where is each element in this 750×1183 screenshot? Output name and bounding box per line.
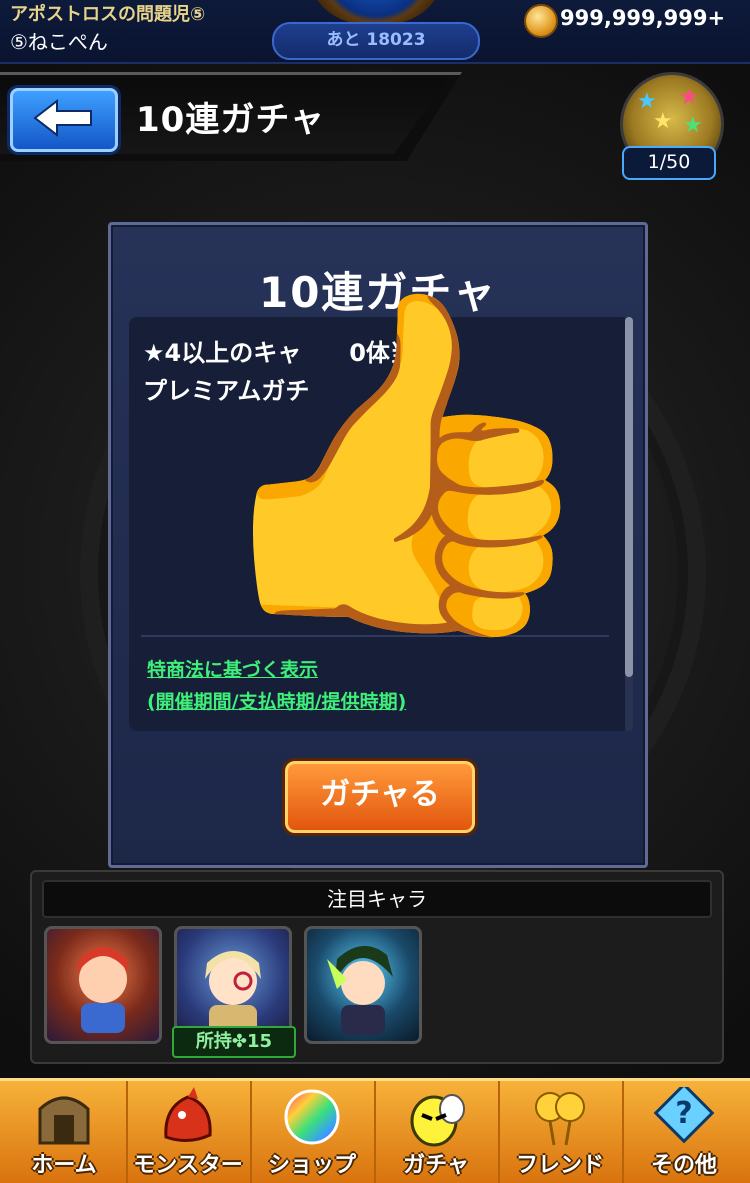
nav-label: その他 <box>650 1153 717 1178</box>
gacha-button[interactable]: ガチャる <box>285 761 475 833</box>
nav-gacha[interactable]: ガチャ <box>374 1081 500 1183</box>
character-portrait-icon <box>77 947 129 1033</box>
character-portrait-icon <box>205 951 261 1035</box>
nav-label: ショップ <box>267 1153 356 1178</box>
bottom-nav: ホーム モンスター ショップ ガチャ フレンド ? その他 <box>0 1078 750 1183</box>
exp-remaining: あと 18023 <box>272 22 480 60</box>
page-title: 10連ガチャ <box>136 100 325 140</box>
nav-label: ホーム <box>31 1153 97 1178</box>
player-name: ⑤ねこぺん <box>10 30 108 54</box>
nav-monster[interactable]: モンスター <box>126 1081 252 1183</box>
nav-other[interactable]: ? その他 <box>622 1081 746 1183</box>
scrollbar-thumb[interactable] <box>625 317 633 677</box>
scrollbar[interactable] <box>625 317 633 731</box>
balloons-icon <box>535 1092 585 1146</box>
nav-shop[interactable]: ショップ <box>250 1081 376 1183</box>
back-button[interactable] <box>10 88 118 152</box>
orb-count: 1/50 <box>622 146 716 180</box>
home-gate-icon <box>38 1096 90 1145</box>
star-icon: ★ <box>653 109 673 134</box>
rainbow-orb-icon <box>284 1089 340 1145</box>
nav-friend[interactable]: フレンド <box>498 1081 624 1183</box>
featured-header: 注目キャラ <box>42 880 712 918</box>
character-portrait-icon <box>327 945 393 1035</box>
player-title: アポストロスの問題児⑤ <box>10 4 206 25</box>
svg-text:?: ? <box>675 1096 692 1131</box>
dragon-icon <box>164 1087 212 1142</box>
back-arrow-icon <box>33 99 92 137</box>
egg-icon <box>410 1094 465 1147</box>
owned-count-badge: 所持✤15 <box>172 1026 296 1058</box>
character-thumbnail[interactable] <box>304 926 422 1044</box>
nav-label: フレンド <box>515 1153 604 1178</box>
question-icon: ? <box>654 1087 714 1144</box>
nav-label: モンスター <box>133 1153 243 1178</box>
featured-characters: 注目キャラ 所持✤15 <box>30 870 724 1064</box>
star-icon: ★ <box>683 113 703 138</box>
star-icon: ★ <box>679 85 699 110</box>
nav-home[interactable]: ホーム <box>2 1081 128 1183</box>
character-thumbnail[interactable] <box>44 926 162 1044</box>
thumbs-up-icon: 👍 <box>196 270 607 654</box>
coin-count: 999,999,999+ <box>560 6 726 30</box>
legal-notice-link-details[interactable]: (開催期間/支払時期/提供時期) <box>147 687 406 714</box>
coin-icon <box>524 4 558 38</box>
nav-label: ガチャ <box>403 1153 469 1178</box>
